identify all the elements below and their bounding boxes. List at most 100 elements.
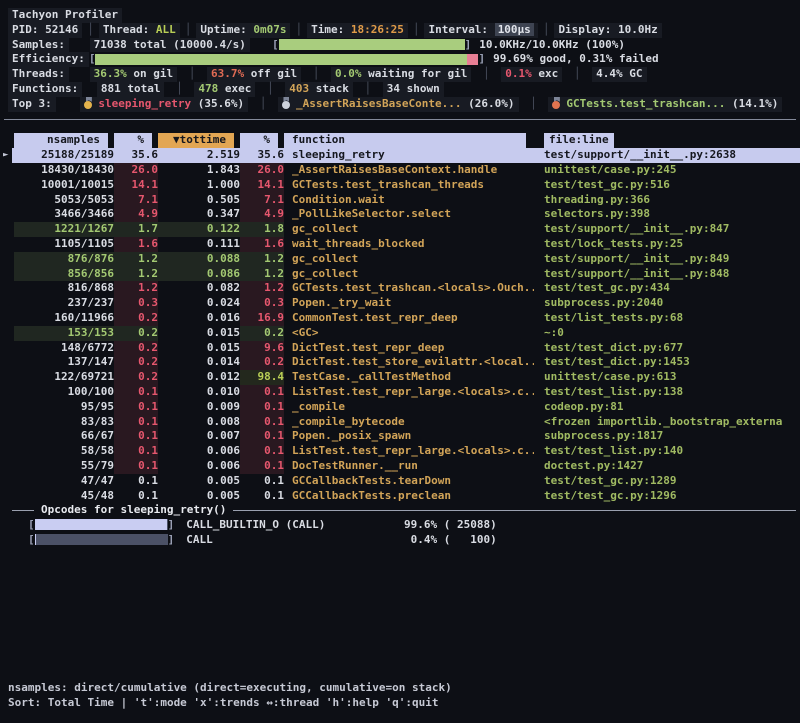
bar-open-bracket: [ [272,38,279,51]
table-row[interactable]: 137/147 0.2 0.014 0.2 DictTest.test_stor… [0,355,800,370]
top3-item: sleeping_retry (35.6%) [80,97,248,112]
samples-bar [279,39,465,50]
stat-value: 403 [289,82,309,95]
table-row[interactable]: 66/67 0.1 0.007 0.1 Popen._posix_spawn s… [0,429,800,444]
stat-segment: 478 exec [194,82,255,97]
top3-label: Top 3: [8,97,56,112]
table-row[interactable]: 856/856 1.2 0.086 1.2 gc_collect test/su… [0,267,800,282]
cell-sample-pct: 0.1 [114,400,158,415]
cell-nsamples: 45/48 [14,489,114,504]
thread-chip[interactable]: Thread: ALL [99,23,180,38]
cell-file-line: codeop.py:81 [534,400,800,415]
cell-function: GCTests.test_trashcan.<locals>.Ouch... [284,281,534,296]
thread-value: ALL [156,23,176,36]
cell-tottime-pct: 0.1 [240,400,284,415]
col-header-nsamples[interactable]: nsamples [14,133,114,148]
cell-function: Popen._try_wait [284,296,534,311]
samples-bar-area: []10.0KHz/10.0KHz (100%) [272,38,625,53]
functions-table: nsamples % ▼tottime % function file:line… [0,133,800,503]
cell-sample-pct: 1.2 [114,281,158,296]
cell-sample-pct: 26.0 [114,163,158,178]
cell-file-line: test/test_gc.py:1289 [534,474,800,489]
cell-sample-pct: 0.2 [114,355,158,370]
cell-sample-pct: 0.2 [114,370,158,385]
table-row[interactable]: 1105/1105 1.6 0.111 1.6 wait_threads_blo… [0,237,800,252]
cell-tottime-pct: 1.6 [240,237,284,252]
table-row[interactable]: 1221/1267 1.7 0.122 1.8 gc_collect test/… [0,222,800,237]
table-row[interactable]: 18430/18430 26.0 1.843 26.0 _AssertRaise… [0,163,800,178]
cell-sample-pct: 0.2 [114,326,158,341]
cell-file-line: test/support/__init__.py:848 [534,267,800,282]
separator: │ [313,67,320,80]
table-row-selected[interactable]: 25188/25189 35.6 2.519 35.6 sleeping_ret… [0,148,800,163]
top3-percentage: (14.1%) [732,97,778,110]
uptime-chip: Uptime: 0m07s [196,23,290,38]
top3-function-name: GCTests.test_trashcan... [566,97,725,110]
table-row[interactable]: 10001/10015 14.1 1.000 14.1 GCTests.test… [0,178,800,193]
stat-segment: 4.4% GC [592,67,646,82]
separator: │ [295,23,302,36]
cell-file-line: test/test_gc.py:1296 [534,489,800,504]
separator: │ [364,82,371,95]
bar-open-bracket: [ [28,533,35,546]
table-row[interactable]: 876/876 1.2 0.088 1.2 gc_collect test/su… [0,252,800,267]
cell-sample-pct: 0.1 [114,429,158,444]
table-row[interactable]: 237/237 0.3 0.024 0.3 Popen._try_wait su… [0,296,800,311]
stat-segment: 63.7% off gil [207,67,301,82]
cell-tottime: 0.015 [158,326,240,341]
opcodes-title: Opcodes for sleeping_retry() [41,503,226,518]
cell-function: Condition.wait [284,193,534,208]
col-header-file-line[interactable]: file:line [534,133,800,148]
cell-function: DocTestRunner.__run [284,459,534,474]
col-header-tottime-pct[interactable]: % [240,133,284,148]
table-row[interactable]: 83/83 0.1 0.008 0.1 _compile_bytecode <f… [0,415,800,430]
cell-tottime: 2.519 [158,148,240,163]
stat-text: total [121,82,161,95]
stat-segment: 881 total [97,82,165,97]
cell-tottime-pct: 1.2 [240,281,284,296]
cell-sample-pct: 4.9 [114,207,158,222]
cell-nsamples: 25188/25189 [14,148,114,163]
cell-file-line: unittest/case.py:245 [534,163,800,178]
cell-tottime: 0.086 [158,267,240,282]
cell-tottime: 0.010 [158,385,240,400]
stat-value: 34 [387,82,400,95]
table-row[interactable]: 148/6772 0.2 0.015 9.6 DictTest.test_rep… [0,341,800,356]
table-row[interactable]: 58/58 0.1 0.006 0.1 ListTest.test_repr_l… [0,444,800,459]
cell-tottime-pct: 0.1 [240,489,284,504]
col-header-sample-pct[interactable]: % [114,133,158,148]
table-row[interactable]: 816/868 1.2 0.082 1.2 GCTests.test_trash… [0,281,800,296]
cell-sample-pct: 0.1 [114,444,158,459]
cell-file-line: test/support/__init__.py:847 [534,222,800,237]
cell-nsamples: 83/83 [14,415,114,430]
table-row[interactable]: 122/69721 0.2 0.012 98.4 TestCase._callT… [0,370,800,385]
cell-tottime: 0.024 [158,296,240,311]
stat-value: 881 [101,82,121,95]
cell-nsamples: 816/868 [14,281,114,296]
table-row[interactable]: 153/153 0.2 0.015 0.2 <GC> ~:0 [0,326,800,341]
table-row[interactable]: 45/48 0.1 0.005 0.1 GCCallbackTests.prec… [0,489,800,504]
separator: │ [530,97,537,110]
cell-nsamples: 95/95 [14,400,114,415]
col-header-tottime-sorted[interactable]: ▼tottime [158,133,240,148]
table-row[interactable]: 100/100 0.1 0.010 0.1 ListTest.test_repr… [0,385,800,400]
table-row[interactable]: 95/95 0.1 0.009 0.1 _compile codeop.py:8… [0,400,800,415]
app-title: Tachyon Profiler [8,8,122,23]
opcodes-list: []CALL_BUILTIN_O (CALL)99.6% ( 25088) []… [0,518,800,548]
table-row[interactable]: 5053/5053 7.1 0.505 7.1 Condition.wait t… [0,193,800,208]
opcode-row: []CALL_BUILTIN_O (CALL)99.6% ( 25088) [0,518,800,533]
table-row[interactable]: 47/47 0.1 0.005 0.1 GCCallbackTests.tear… [0,474,800,489]
cell-function: gc_collect [284,222,534,237]
cell-function: _compile_bytecode [284,415,534,430]
cell-tottime: 0.088 [158,252,240,267]
separator: │ [543,23,550,36]
cell-function: ListTest.test_repr_large.<locals>.c... [284,385,534,400]
cell-file-line: subprocess.py:2040 [534,296,800,311]
pid-label: PID: [12,23,39,36]
table-row[interactable]: 3466/3466 4.9 0.347 4.9 _PollLikeSelecto… [0,207,800,222]
table-row[interactable]: 55/79 0.1 0.006 0.1 DocTestRunner.__run … [0,459,800,474]
cell-sample-pct: 1.2 [114,267,158,282]
samples-rate: 10.0KHz/10.0KHz (100%) [479,38,625,51]
table-row[interactable]: 160/11966 0.2 0.016 16.9 CommonTest.test… [0,311,800,326]
col-header-function[interactable]: function [284,133,534,148]
